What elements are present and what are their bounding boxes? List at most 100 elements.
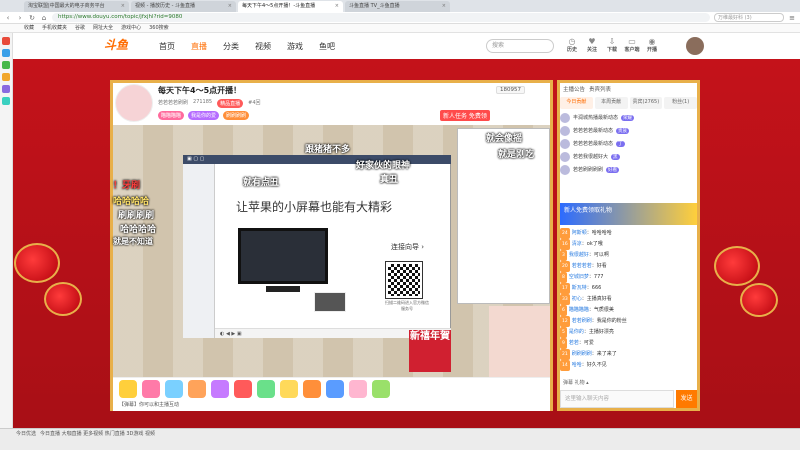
rank-row[interactable]: 若若我很越好大黑 (560, 150, 697, 163)
gift-icon[interactable] (349, 380, 367, 398)
chat-input[interactable]: 这里输入聊天内容 (560, 390, 674, 408)
nav-fishbar[interactable]: 鱼吧 (319, 41, 335, 52)
sidebar-app-icon[interactable] (2, 85, 10, 93)
client-icon[interactable]: ▭ 客户端 (622, 37, 642, 53)
sidebar-app-icon[interactable] (2, 37, 10, 45)
sidebar-app-icon[interactable] (2, 49, 10, 57)
rank-row[interactable]: 丰润城热播最新动态 荣耀 (560, 111, 697, 124)
gift-icon[interactable] (165, 380, 183, 398)
nav-game[interactable]: 游戏 (287, 41, 303, 52)
sidebar-app-icon[interactable] (2, 61, 10, 69)
bookmark[interactable]: 网址大全 (93, 24, 113, 32)
level-badge: 16 (560, 239, 570, 250)
browser-tab[interactable]: 淘宝联盟|中国最大的电子商务平台 × (24, 1, 129, 12)
chat-nickname[interactable]: 我很越好 (569, 252, 589, 258)
rank-row[interactable]: 若若若若最新动态 贵族 (560, 124, 697, 137)
chat-nickname[interactable]: 刷刷刷刷 (572, 351, 592, 357)
gift-icon[interactable] (142, 380, 160, 398)
download-icon[interactable]: ⇩ 下载 (602, 37, 622, 53)
site-search-input[interactable]: 搜索 (486, 39, 554, 53)
chat-toolbar[interactable]: 弹幕 礼物 ▴ (560, 378, 697, 389)
category-tag[interactable]: 精品直播 (217, 99, 244, 108)
gift-icon[interactable] (372, 380, 390, 398)
streamer-name[interactable]: 若若若若刷刷 (158, 99, 188, 108)
bookmark[interactable]: 手机收藏夹 (42, 24, 67, 32)
refresh-icon[interactable]: ↻ (28, 14, 36, 22)
chat-nickname[interactable]: 阿斯顿 (572, 230, 587, 236)
chat-nickname[interactable]: 初心 (572, 296, 582, 302)
sidebar-app-icon[interactable] (2, 73, 10, 81)
menu-icon[interactable]: ≡ (788, 14, 796, 22)
level-badge: 6 (560, 305, 567, 316)
browser-tab[interactable]: 斗鱼直播 TV_斗鱼直播 × (345, 1, 450, 12)
tab-announcement[interactable]: 主播公告 (563, 85, 585, 93)
danmu-text: 哈哈哈哈 (120, 225, 157, 235)
bookmark[interactable]: 360搜索 (149, 24, 169, 32)
url-field[interactable]: https://www.douyu.com/topic/jfxjhl?rid=9… (52, 13, 710, 22)
browser-tab-active[interactable]: 每天下午4～5点开播！-斗鱼直播 × (238, 1, 343, 12)
chat-nickname[interactable]: 瞄瞄瞄瞄 (569, 307, 589, 313)
streamer-avatar[interactable] (115, 84, 153, 122)
share-window-titlebar: ▣ ▢ ▢ (183, 155, 451, 164)
danmu-text: 就是刚吃 (498, 150, 535, 160)
nav-home[interactable]: 首页 (159, 41, 175, 52)
chat-nickname[interactable]: 若若若若 (572, 263, 592, 269)
back-icon[interactable]: ‹ (4, 14, 12, 22)
gift-icon[interactable] (303, 380, 321, 398)
bookmark[interactable]: 谷歌 (75, 24, 85, 32)
fan-badge[interactable]: 我是你的爱 (188, 111, 220, 120)
tab-fans[interactable]: 粉丝(1) (664, 97, 697, 109)
tab-vip[interactable]: 贵宾(2765) (629, 97, 663, 109)
gift-icon[interactable] (188, 380, 206, 398)
nav-live[interactable]: 直播 (191, 41, 207, 52)
promo-banner[interactable]: 新人免费领取礼物 (560, 203, 697, 225)
user-avatar[interactable] (686, 37, 704, 55)
forward-icon[interactable]: › (16, 14, 24, 22)
chat-nickname[interactable]: 清凉 (572, 241, 582, 247)
chat-nickname[interactable]: 若若刷刷 (572, 318, 592, 324)
home-icon[interactable]: ⌂ (40, 14, 48, 22)
follow-icon[interactable]: ♥ 关注 (582, 37, 602, 53)
gift-icon[interactable] (234, 380, 252, 398)
bookmark[interactable]: 游戏中心 (121, 24, 141, 32)
tab-today[interactable]: 今日贡献 (560, 97, 593, 109)
gift-icon[interactable] (280, 380, 298, 398)
gift-icon[interactable] (119, 380, 137, 398)
rank-row[interactable]: 若若刷刷刷刷 好看 (560, 163, 697, 176)
gift-icon[interactable] (211, 380, 229, 398)
gift-icon[interactable] (257, 380, 275, 398)
tab-vip-list[interactable]: 贵宾列表 (589, 85, 611, 93)
close-icon[interactable]: × (228, 1, 232, 12)
chat-nickname[interactable]: 若若 (569, 340, 579, 346)
stream-title: 每天下午4～5点开播！ (158, 86, 242, 95)
chat-nickname[interactable]: 是你的 (569, 329, 584, 335)
sidebar-app-icon[interactable] (2, 97, 10, 105)
close-icon[interactable]: × (442, 1, 446, 12)
follow-count[interactable]: 180957 (496, 86, 525, 94)
close-icon[interactable]: × (121, 1, 125, 12)
chat-nickname[interactable]: 哈哈 (572, 362, 582, 368)
fan-badge[interactable]: 瞄瞄瞄瞄 (158, 111, 185, 120)
site-logo[interactable]: 斗鱼 (104, 36, 138, 56)
danmu-hint[interactable]: 【弹幕】你可以和主播互动 (113, 400, 550, 411)
nav-video[interactable]: 视频 (255, 41, 271, 52)
newbie-task-button[interactable]: 新人任务 免费领 (440, 110, 490, 121)
connect-guide-link[interactable]: 连接向导 › (391, 242, 424, 252)
tab-week[interactable]: 本周贡献 (594, 97, 628, 109)
browser-tab[interactable]: 视频 - 播放历史 - 斗鱼直播 × (131, 1, 236, 12)
browser-search-input[interactable]: 万维最好科 (3) (714, 13, 784, 22)
send-button[interactable]: 发送 (676, 390, 697, 408)
fan-badge[interactable]: 刷刷刷刷 (223, 111, 250, 120)
broadcast-icon[interactable]: ◉ 开播 (642, 37, 662, 53)
nav-category[interactable]: 分类 (223, 41, 239, 52)
bookmark[interactable]: 收藏 (24, 24, 34, 32)
danmu-text: 跟猪猪不多 (305, 145, 351, 155)
rank-row[interactable]: 若若若若最新动态丁 (560, 137, 697, 150)
chat-text: ok了哦 (586, 241, 603, 247)
gift-icon[interactable] (326, 380, 344, 398)
close-icon[interactable]: × (335, 1, 339, 12)
history-icon[interactable]: ◷ 历史 (562, 37, 582, 53)
status-links[interactable]: 今日直播 大咖直播 更多视频 热门直播 3D游戏 视频 (40, 430, 155, 437)
chat-nickname[interactable]: 空城旧梦 (569, 274, 589, 280)
chat-nickname[interactable]: 斯瓦特 (572, 285, 587, 291)
